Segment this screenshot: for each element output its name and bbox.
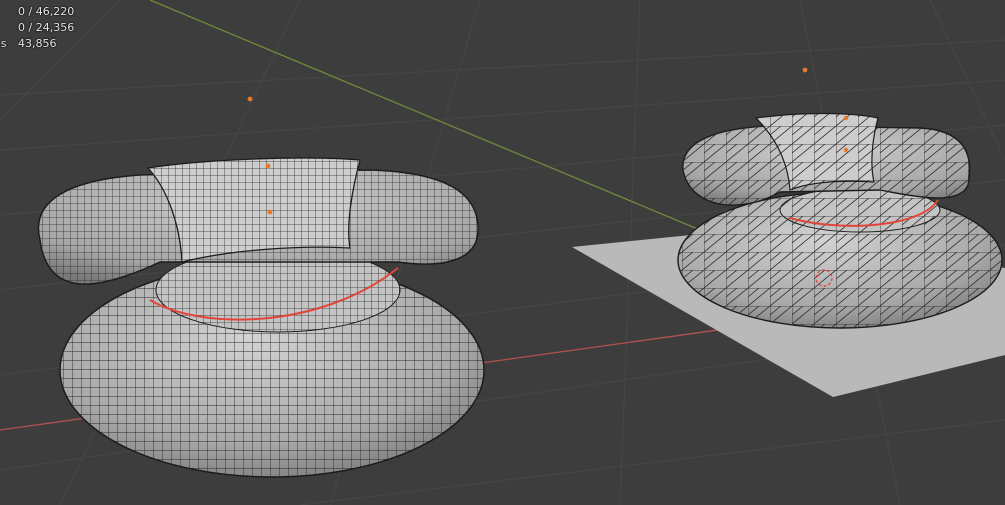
armchair-subdivided[interactable] [37, 157, 485, 478]
stat-value-2: 0 / 24,356 [18, 21, 75, 34]
stat-label-3: es [0, 37, 7, 50]
tri-armchair-pillow-origin[interactable] [843, 115, 849, 121]
empty-object-origin-2[interactable] [802, 67, 808, 73]
armchair-origin[interactable] [267, 209, 273, 215]
armchair-triangulated[interactable] [677, 112, 1003, 329]
armchair-pillow-origin[interactable] [265, 163, 271, 169]
3d-viewport[interactable] [0, 0, 1005, 505]
stat-value-1: 0 / 46,220 [18, 5, 75, 18]
empty-object-origin-1[interactable] [247, 96, 253, 102]
stat-value-3: 43,856 [18, 37, 57, 50]
tri-armchair-origin[interactable] [843, 147, 849, 153]
